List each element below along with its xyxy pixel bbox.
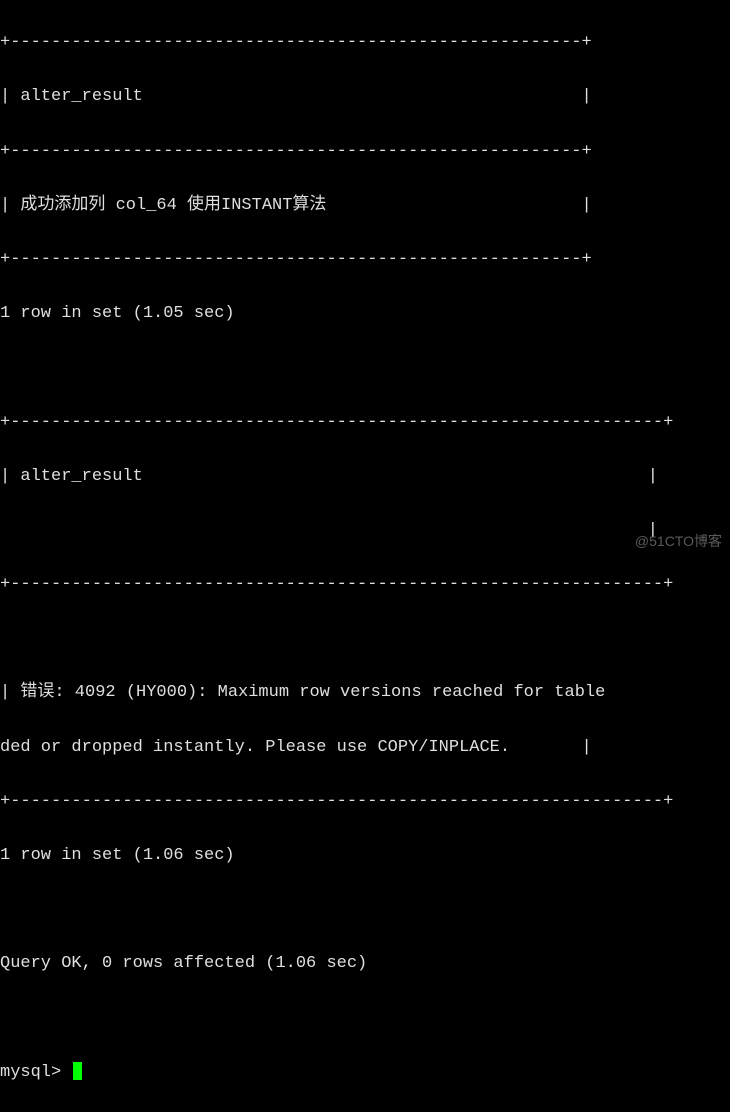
terminal-output: +---------------------------------------…: [0, 2, 730, 1112]
table-border: +---------------------------------------…: [0, 571, 730, 598]
blank-line: [0, 625, 730, 652]
prompt-line[interactable]: mysql>: [0, 1059, 730, 1086]
table-border: +---------------------------------------…: [0, 29, 730, 56]
watermark-text: @51CTO博客: [635, 530, 722, 552]
result-summary: 1 row in set (1.06 sec): [0, 842, 730, 869]
table-border: +---------------------------------------…: [0, 246, 730, 273]
cursor-icon: [73, 1062, 82, 1080]
table-row: ded or dropped instantly. Please use COP…: [0, 734, 730, 761]
query-result: Query OK, 0 rows affected (1.06 sec): [0, 950, 730, 977]
mysql-prompt: mysql>: [0, 1063, 71, 1082]
result-summary: 1 row in set (1.05 sec): [0, 300, 730, 327]
table-row: | 错误: 4092 (HY000): Maximum row versions…: [0, 679, 730, 706]
table-border: +---------------------------------------…: [0, 788, 730, 815]
blank-line: [0, 1005, 730, 1032]
table-border: +---------------------------------------…: [0, 138, 730, 165]
blank-line: [0, 354, 730, 381]
table-border: +---------------------------------------…: [0, 409, 730, 436]
table-row: | 成功添加列 col_64 使用INSTANT算法 |: [0, 192, 730, 219]
blank-line: |: [0, 517, 730, 544]
table-header: | alter_result|: [0, 463, 730, 490]
blank-line: [0, 896, 730, 923]
table-header: | alter_result |: [0, 83, 730, 110]
